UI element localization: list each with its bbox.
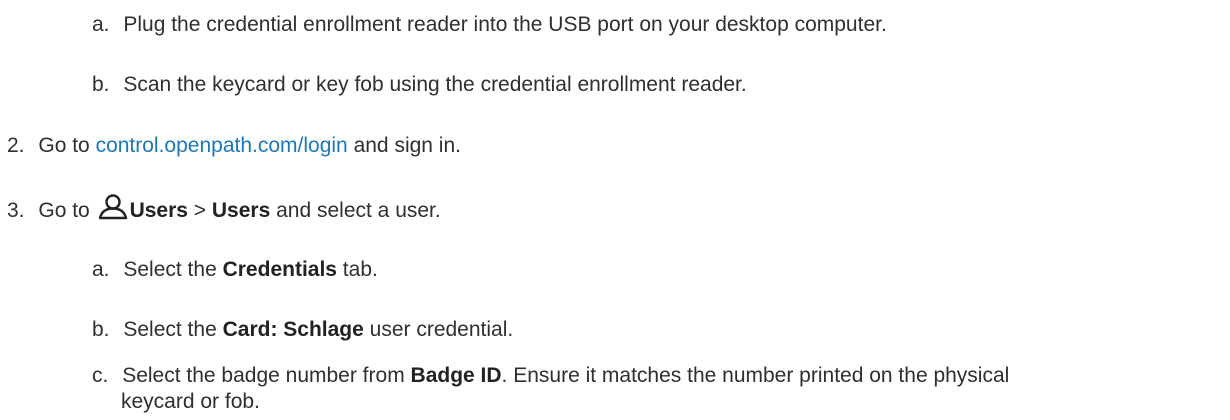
step-3: 3. Go to Users > Users and select a user… [7, 194, 441, 224]
step-3c: c. Select the badge number from Badge ID… [92, 363, 1009, 389]
step-text-cont: keycard or fob. [121, 390, 260, 413]
step-marker: c. [92, 364, 109, 387]
step-text-pre: Select the badge number from [122, 364, 411, 387]
step-marker: 2. [7, 134, 25, 157]
step-3c-continuation: keycard or fob. [121, 389, 260, 415]
step-text-post: . Ensure it matches the number printed o… [501, 364, 1010, 387]
step-marker: b. [92, 318, 110, 341]
credentials-tab-label: Credentials [222, 258, 337, 281]
step-text-post: and sign in. [347, 134, 461, 157]
step-text-pre: Go to [38, 199, 96, 222]
nav-separator: > [187, 199, 212, 222]
step-1b: b. Scan the keycard or key fob using the… [92, 72, 747, 98]
step-text-post: user credential. [363, 318, 514, 341]
step-text-pre: Select the [123, 258, 223, 281]
nav-users: Users [129, 199, 188, 222]
badge-id-label: Badge ID [410, 364, 502, 387]
step-text-pre: Go to [38, 134, 96, 157]
step-2: 2. Go to control.openpath.com/login and … [7, 133, 461, 159]
user-icon [98, 194, 128, 220]
nav-users-sub: Users [211, 199, 271, 222]
step-text-post: tab. [336, 258, 378, 281]
step-marker: a. [92, 13, 110, 36]
step-marker: b. [92, 73, 110, 96]
step-1a: a. Plug the credential enrollment reader… [92, 12, 887, 38]
step-text-post: and select a user. [270, 199, 441, 222]
step-text-pre: Select the [123, 318, 223, 341]
step-text: Plug the credential enrollment reader in… [123, 13, 887, 36]
card-schlage-label: Card: Schlage [222, 318, 364, 341]
step-marker: 3. [7, 199, 25, 222]
step-text: Scan the keycard or key fob using the cr… [123, 73, 747, 96]
step-3a: a. Select the Credentials tab. [92, 257, 378, 283]
login-link[interactable]: control.openpath.com/login [96, 134, 348, 157]
step-marker: a. [92, 258, 110, 281]
step-3b: b. Select the Card: Schlage user credent… [92, 317, 513, 343]
